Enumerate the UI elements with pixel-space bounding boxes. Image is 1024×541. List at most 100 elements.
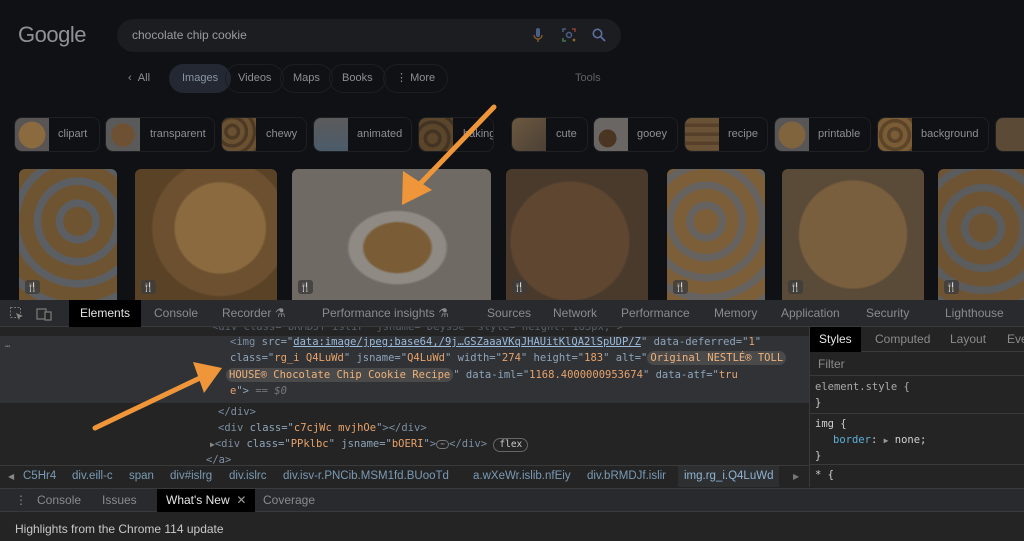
chip-label: gooey [637,128,667,140]
node-ellipsis-icon[interactable]: ⋯ [5,339,10,355]
image-result[interactable]: 🍴 [19,169,117,300]
lens-camera-icon[interactable] [561,27,577,43]
dom-line-img-alt-cont[interactable]: HOUSE® Chocolate Chip Cookie Recipe " dat… [226,367,738,383]
chevron-left-icon: ‹ [128,72,132,84]
rule-universal[interactable]: * { [810,465,1024,487]
breadcrumb-scroll-right-icon[interactable]: ▶ [793,466,799,487]
dom-line-close-div[interactable]: </div> [218,404,256,420]
breadcrumb-item[interactable]: span [129,466,154,487]
tab-sources[interactable]: Sources [476,300,542,327]
chip-thumbnail [314,118,348,151]
tab-performance-insights[interactable]: Performance insights ⚗ [311,300,460,327]
rule-selector: img { [815,418,847,430]
inspect-element-icon[interactable] [9,306,25,322]
image-result[interactable]: 🍴 [782,169,924,300]
dom-line-img-end[interactable]: e"> == $0 [230,383,287,399]
chip-chewy[interactable]: chewy [221,117,307,152]
google-logo[interactable]: Google [18,22,86,48]
image-result[interactable]: 🍴 [938,169,1024,300]
tab-maps[interactable]: Maps [280,64,333,93]
search-icon[interactable] [591,27,607,43]
device-toolbar-icon[interactable] [36,306,52,322]
breadcrumb-item[interactable]: div.bRMDJf.islir [587,466,666,487]
src-link[interactable]: data:image/jpeg;base64,/9j…GSZaaaVKqJHAU… [293,336,641,348]
image-result[interactable]: 🍴 [506,169,648,300]
breadcrumb-item[interactable]: div.eill-c [72,466,113,487]
search-box[interactable]: chocolate chip cookie [117,19,621,52]
tab-styles[interactable]: Styles [810,327,861,352]
flask-icon: ⚗ [274,306,286,320]
close-icon[interactable]: ✕ [236,493,246,507]
chip-cute[interactable]: cute [511,117,588,152]
tab-memory[interactable]: Memory [703,300,768,327]
chip-thumbnail [775,118,809,151]
css-value[interactable]: none; [895,434,927,446]
dom-line-close-a[interactable]: </a> [206,452,231,464]
tab-recorder[interactable]: Recorder ⚗ [211,300,296,327]
tab-images[interactable]: Images [169,64,232,93]
tab-security[interactable]: Security [855,300,920,327]
drawer-tab-console[interactable]: Console [28,489,90,512]
dom-line-img-attrs[interactable]: class="rg_i Q4LuWd" jsname="Q4LuWd" widt… [230,350,787,366]
expand-triangle-icon[interactable]: ▶ [884,436,889,445]
styles-pane: Styles Computed Layout Eve Filter elemen… [809,327,1024,487]
image-result[interactable]: 🍴 [667,169,765,300]
chip-printable[interactable]: printable [774,117,871,152]
close-tag: </div> [218,406,256,418]
dom-line-div-c7cjwc[interactable]: <div class="c7cjWc mvjhOe"></div> [218,420,427,436]
dom-tree[interactable]: ⋯ <div class="bRMDJf islir" jsname="Deys… [0,327,809,464]
rule-img[interactable]: img { border: ▶ none; } [810,414,1024,465]
chip-label: animated [357,128,403,140]
flex-badge[interactable]: flex [493,438,529,452]
chip-gooey[interactable]: gooey [593,117,678,152]
image-result[interactable]: 🍴 [292,169,491,300]
chip-recipe[interactable]: recipe [684,117,768,152]
tab-elements[interactable]: Elements [69,300,142,327]
microphone-icon[interactable] [530,27,546,43]
rule-element-style[interactable]: element.style { } [810,377,1024,414]
tab-lighthouse[interactable]: Lighthouse [934,300,1015,327]
breadcrumb-item[interactable]: C5Hr4 [23,466,56,487]
back-all-link[interactable]: ‹ All [128,72,150,84]
drawer-tab-whats-new[interactable]: What's New ✕ [157,489,256,512]
chip-baking[interactable]: baking [418,117,494,152]
chip-overflow[interactable] [995,117,1024,152]
whats-new-content: Highlights from the Chrome 114 update [0,512,1024,541]
tab-application[interactable]: Application [770,300,851,327]
styles-filter-input[interactable]: Filter [810,352,1024,376]
tab-console[interactable]: Console [143,300,209,327]
attr-value: c7cjWc mvjhOe [293,422,377,434]
chip-background[interactable]: background [877,117,989,152]
breadcrumb-item[interactable]: div#islrg [170,466,212,487]
breadcrumb-scroll-left-icon[interactable]: ◀ [8,466,14,487]
image-result[interactable]: 🍴 [135,169,277,300]
chip-animated[interactable]: animated [313,117,412,152]
tab-layout[interactable]: Layout [941,327,995,352]
collapsed-children-icon[interactable]: ⋯ [436,439,450,449]
breadcrumb-item-active[interactable]: img.rg_i.Q4LuWd [678,466,780,487]
drawer-tab-coverage[interactable]: Coverage [254,489,324,512]
parent-div-source: <div class="bRMDJf islir" jsname="DeysSe… [212,327,623,333]
close-tag: </a> [206,454,232,464]
utensils-icon: 🍴 [512,280,527,294]
breadcrumb-item[interactable]: a.wXeWr.islib.nfEiy [473,466,571,487]
search-input[interactable]: chocolate chip cookie [132,28,247,42]
tab-event-listeners[interactable]: Eve [998,327,1024,352]
drawer-tabbar: ⋮ Console Issues What's New ✕ Coverage [0,488,1024,512]
chip-transparent[interactable]: transparent [105,117,215,152]
drawer-tab-issues[interactable]: Issues [93,489,146,512]
breadcrumb-item[interactable]: div.islrc [229,466,266,487]
tools-button[interactable]: Tools [575,72,601,84]
chip-clipart[interactable]: clipart [14,117,100,152]
dom-line-img[interactable]: <img src="data:image/jpeg;base64,/9j…GSZ… [230,334,761,350]
tab-computed[interactable]: Computed [866,327,939,352]
breadcrumb-item[interactable]: div.isv-r.PNCib.MSM1fd.BUooTd [283,466,449,487]
tab-books[interactable]: Books [329,64,386,93]
css-property[interactable]: border [833,434,871,446]
tab-network[interactable]: Network [542,300,608,327]
dom-line-div-ppklbc[interactable]: ▶<div class="PPklbc" jsname="bOERI"> ⋯ </d… [210,436,529,452]
tab-more[interactable]: ⋮ More [383,64,449,93]
tab-videos[interactable]: Videos [225,64,285,93]
tab-performance[interactable]: Performance [610,300,701,327]
chip-label: cute [556,128,577,140]
